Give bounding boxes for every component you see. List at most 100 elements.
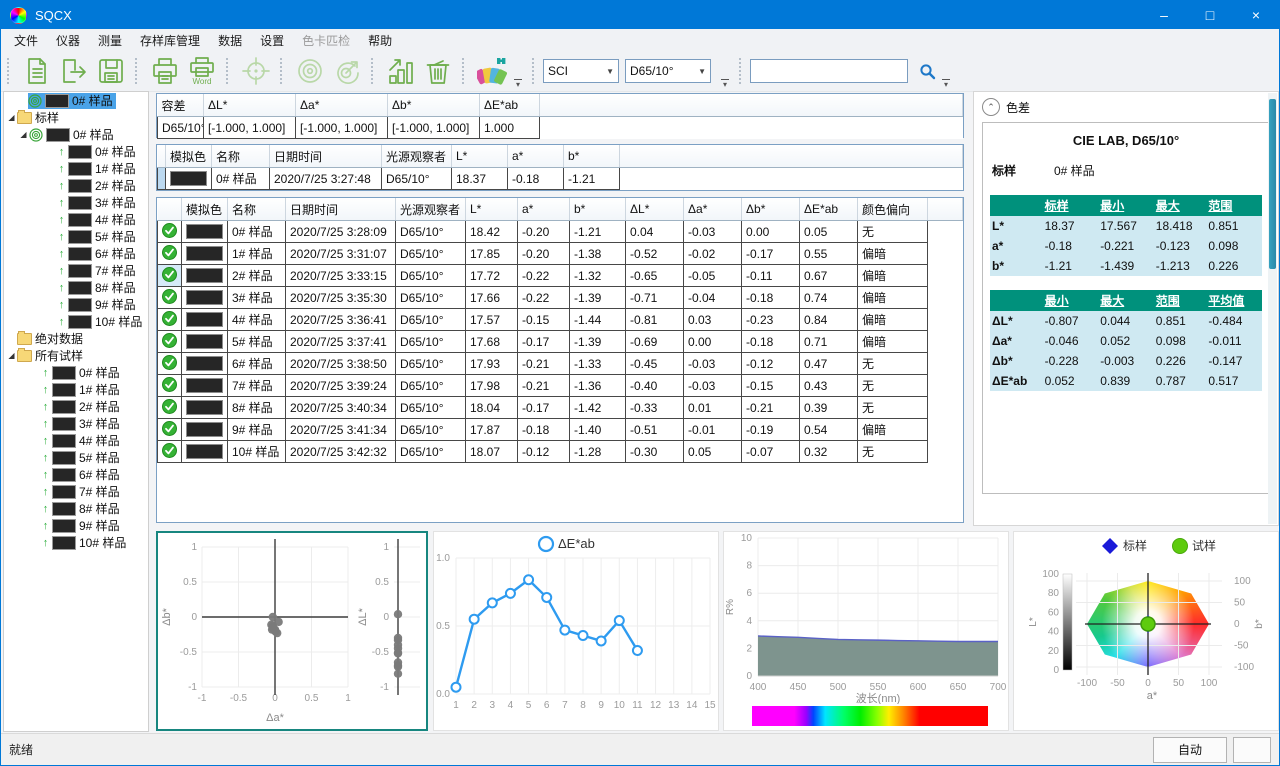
tree-item-all-sample-2[interactable]: ↑2# 样品 [4, 398, 148, 415]
menu-item-7[interactable]: 帮助 [359, 29, 401, 52]
maximize-button[interactable]: □ [1187, 1, 1233, 29]
column-header[interactable]: Δb* [388, 94, 480, 117]
chart-lab-color-plane[interactable]: 标样试样100806040200L*100500-50-100b*-100-50… [1013, 531, 1279, 731]
menu-item-5[interactable]: 设置 [251, 29, 293, 52]
column-header[interactable] [158, 145, 166, 168]
sample-row-3[interactable]: 3# 样品2020/7/25 3:35:30D65/10°17.66-0.22-… [158, 287, 963, 309]
search-button[interactable] [916, 60, 938, 82]
column-header[interactable]: ΔE*ab [480, 94, 540, 117]
chart-spectral-reflectance[interactable]: 0246810400450500550600650700R%波长(nm) [723, 531, 1009, 731]
sample-row-4[interactable]: 4# 样品2020/7/25 3:36:41D65/10°17.57-0.15-… [158, 309, 963, 331]
close-button[interactable]: × [1233, 1, 1279, 29]
expander-icon[interactable]: ◢ [6, 351, 17, 360]
sample-row-5[interactable]: 5# 样品2020/7/25 3:37:41D65/10°17.68-0.17-… [158, 331, 963, 353]
column-header[interactable]: 名称 [212, 145, 270, 168]
tree-group-all-samples[interactable]: ◢所有试样 [4, 347, 148, 364]
tree-item-selected-sample[interactable]: 0# 样品 [4, 92, 148, 109]
sample-row-10[interactable]: 10# 样品2020/7/25 3:42:32D65/10°18.07-0.12… [158, 441, 963, 463]
column-header[interactable]: 容差 [158, 94, 204, 117]
sample-row-1[interactable]: 1# 样品2020/7/25 3:31:07D65/10°17.85-0.20-… [158, 243, 963, 265]
tree-item-all-sample-6[interactable]: ↑6# 样品 [4, 466, 148, 483]
toolbar-overflow-icon[interactable]: ▾ [719, 79, 731, 89]
chart-deltae-trend[interactable]: ΔE*ab1234567891011121314150.00.51.0 [433, 531, 719, 731]
tree-group-absolute-data[interactable]: 绝对数据 [4, 330, 148, 347]
tree-item-standard-sample-10[interactable]: ↑10# 样品 [4, 313, 148, 330]
column-header[interactable]: 光源观察者 [396, 198, 466, 221]
tree-group-standard[interactable]: ◢标样 [4, 109, 148, 126]
tree-item-all-sample-0[interactable]: ↑0# 样品 [4, 364, 148, 381]
column-header[interactable]: 光源观察者 [382, 145, 452, 168]
save-button[interactable] [92, 53, 129, 89]
sample-row-9[interactable]: 9# 样品2020/7/25 3:41:34D65/10°17.87-0.18-… [158, 419, 963, 441]
tree-item-standard[interactable]: ◢0# 样品 [4, 126, 148, 143]
search-input[interactable] [750, 59, 908, 83]
tree-item-standard-sample-4[interactable]: ↑4# 样品 [4, 211, 148, 228]
column-header[interactable]: 日期时间 [270, 145, 382, 168]
tree-item-standard-sample-2[interactable]: ↑2# 样品 [4, 177, 148, 194]
standard-row[interactable]: 0# 样品2020/7/25 3:27:48D65/10°18.37-0.18-… [158, 168, 963, 190]
panel-scrollbar[interactable] [1268, 93, 1277, 524]
column-header[interactable]: Δa* [296, 94, 388, 117]
column-header[interactable]: 日期时间 [286, 198, 396, 221]
column-header[interactable]: 模拟色 [182, 198, 228, 221]
tree-item-standard-sample-9[interactable]: ↑9# 样品 [4, 296, 148, 313]
menu-item-3[interactable]: 存样库管理 [131, 29, 209, 52]
menu-item-4[interactable]: 数据 [209, 29, 251, 52]
statistics-chart-button[interactable] [382, 53, 419, 89]
column-header[interactable]: b* [564, 145, 620, 168]
tree-item-standard-sample-6[interactable]: ↑6# 样品 [4, 245, 148, 262]
column-header[interactable]: Δa* [684, 198, 742, 221]
new-document-button[interactable] [18, 53, 55, 89]
tree-item-all-sample-4[interactable]: ↑4# 样品 [4, 432, 148, 449]
column-header[interactable] [620, 145, 963, 168]
tree-item-all-sample-8[interactable]: ↑8# 样品 [4, 500, 148, 517]
auto-mode-button[interactable]: 自动 [1153, 737, 1227, 763]
tree-item-all-sample-1[interactable]: ↑1# 样品 [4, 381, 148, 398]
tree-item-standard-sample-7[interactable]: ↑7# 样品 [4, 262, 148, 279]
tree-item-standard-sample-3[interactable]: ↑3# 样品 [4, 194, 148, 211]
sample-row-2[interactable]: 2# 样品2020/7/25 3:33:15D65/10°17.72-0.22-… [158, 265, 963, 287]
sample-row-6[interactable]: 6# 样品2020/7/25 3:38:50D65/10°17.93-0.21-… [158, 353, 963, 375]
menu-item-0[interactable]: 文件 [5, 29, 47, 52]
delete-trash-button[interactable] [419, 53, 456, 89]
column-header[interactable]: ΔL* [204, 94, 296, 117]
menu-item-6[interactable]: 色卡匹检 [293, 29, 359, 52]
column-header[interactable]: b* [570, 198, 626, 221]
minimize-button[interactable]: – [1141, 1, 1187, 29]
column-header[interactable]: 名称 [228, 198, 286, 221]
tree-item-all-sample-9[interactable]: ↑9# 样品 [4, 517, 148, 534]
tree-item-all-sample-5[interactable]: ↑5# 样品 [4, 449, 148, 466]
toolbar-overflow-icon[interactable]: ▾ [940, 79, 952, 89]
column-header[interactable]: Δb* [742, 198, 800, 221]
tree-item-standard-sample-5[interactable]: ↑5# 样品 [4, 228, 148, 245]
open-export-button[interactable] [55, 53, 92, 89]
sci-mode-select[interactable]: SCI▼ [543, 59, 619, 83]
print-button[interactable] [146, 53, 183, 89]
column-header[interactable]: 模拟色 [166, 145, 212, 168]
tree-item-standard-sample-1[interactable]: ↑1# 样品 [4, 160, 148, 177]
tree-item-all-sample-7[interactable]: ↑7# 样品 [4, 483, 148, 500]
print-word-button[interactable]: Word [183, 53, 220, 89]
menu-item-1[interactable]: 仪器 [47, 29, 89, 52]
chart-delta-scatter[interactable]: -1-0.500.51-1-0.500.51Δb*Δa*-1-0.500.51Δ… [156, 531, 428, 731]
expander-icon[interactable]: ◢ [6, 113, 17, 122]
column-header[interactable] [158, 198, 182, 221]
tree-item-all-sample-10[interactable]: ↑10# 样品 [4, 534, 148, 551]
illuminant-observer-select[interactable]: D65/10°▼ [625, 59, 711, 83]
tree-item-all-sample-3[interactable]: ↑3# 样品 [4, 415, 148, 432]
column-header[interactable] [540, 94, 963, 117]
column-header[interactable]: ΔL* [626, 198, 684, 221]
toolbar-overflow-icon[interactable]: ▾ [512, 79, 524, 89]
sample-row-7[interactable]: 7# 样品2020/7/25 3:39:24D65/10°17.98-0.21-… [158, 375, 963, 397]
tree-item-standard-sample-8[interactable]: ↑8# 样品 [4, 279, 148, 296]
expander-icon[interactable]: ◢ [18, 130, 29, 139]
column-header[interactable] [928, 198, 963, 221]
sample-row-8[interactable]: 8# 样品2020/7/25 3:40:34D65/10°18.04-0.17-… [158, 397, 963, 419]
column-header[interactable]: a* [518, 198, 570, 221]
sample-row-0[interactable]: 0# 样品2020/7/25 3:28:09D65/10°18.42-0.20-… [158, 221, 963, 243]
menu-item-2[interactable]: 测量 [89, 29, 131, 52]
color-cards-button[interactable] [473, 53, 510, 89]
column-header[interactable]: a* [508, 145, 564, 168]
collapse-panel-icon[interactable]: ⌃ [982, 98, 1000, 116]
column-header[interactable]: ΔE*ab [800, 198, 858, 221]
